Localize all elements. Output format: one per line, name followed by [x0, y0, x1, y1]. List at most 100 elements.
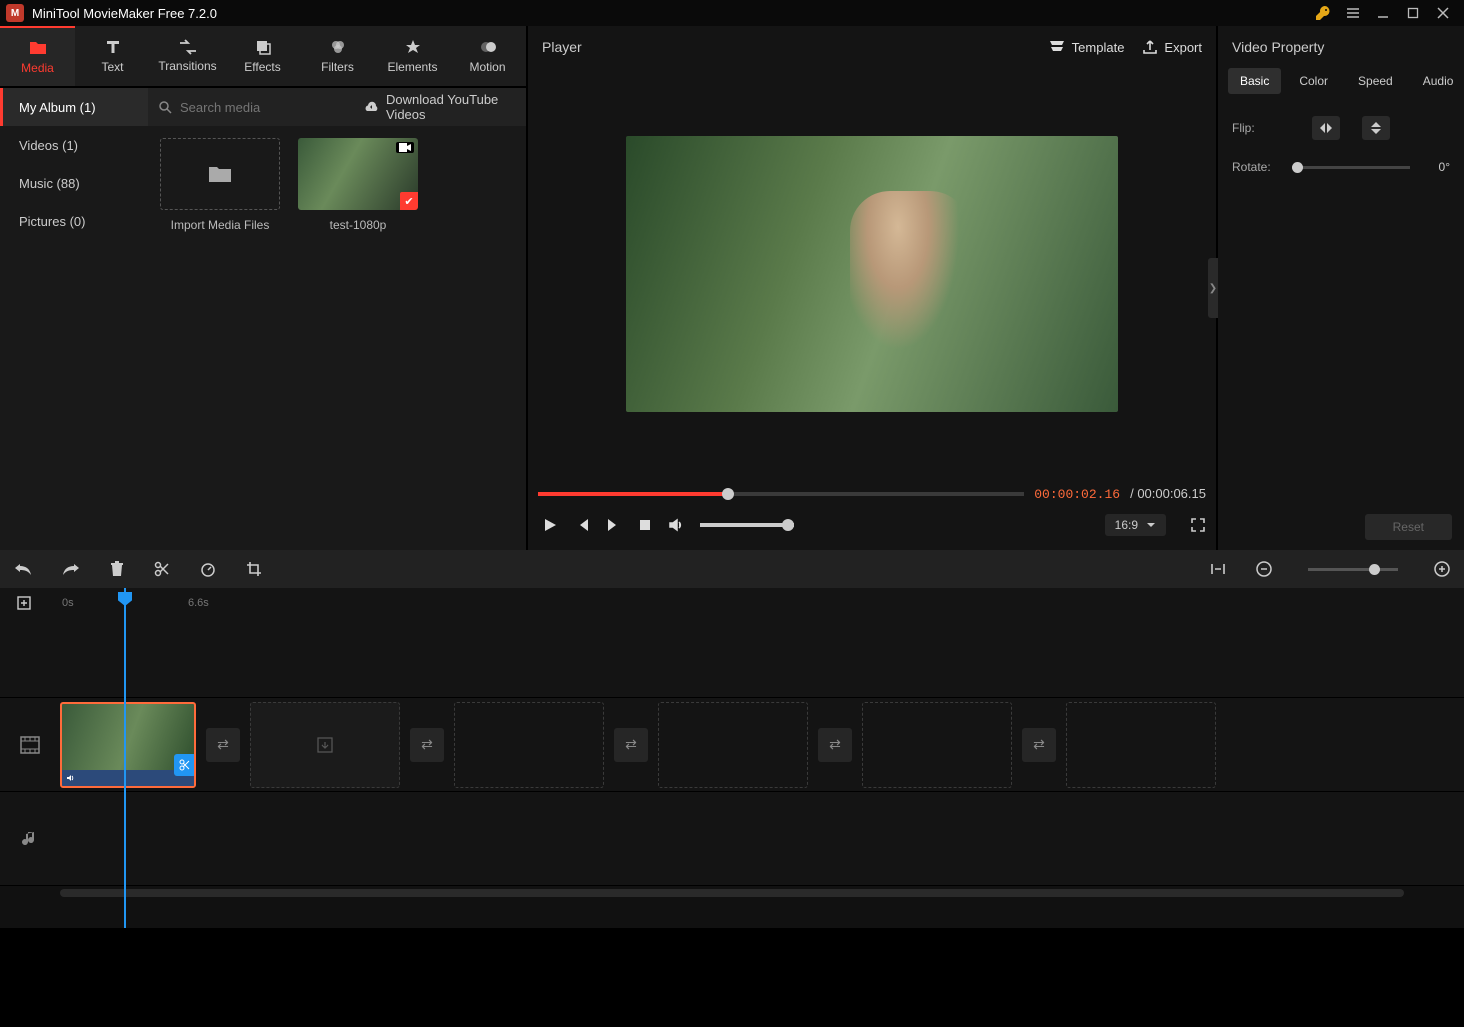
volume-slider[interactable]: [700, 523, 794, 527]
ruler-tick: 0s: [62, 597, 74, 609]
prev-frame-button[interactable]: [574, 517, 590, 533]
video-preview[interactable]: [528, 68, 1216, 480]
transition-slot[interactable]: ⇄: [1022, 728, 1056, 762]
fullscreen-button[interactable]: [1190, 517, 1206, 533]
split-button[interactable]: [154, 561, 170, 577]
next-frame-button[interactable]: [606, 517, 622, 533]
zoom-slider[interactable]: [1308, 568, 1398, 571]
chevron-down-icon: [1146, 521, 1156, 529]
fit-timeline-button[interactable]: [1210, 562, 1226, 576]
tool-tabs: Media Text Transitions Effects: [0, 26, 526, 88]
crop-button[interactable]: [246, 561, 262, 577]
empty-clip-slot[interactable]: [1066, 702, 1216, 788]
speed-button[interactable]: [200, 561, 216, 577]
add-track-button[interactable]: [16, 595, 36, 611]
stop-button[interactable]: [638, 518, 652, 532]
scrub-thumb[interactable]: [722, 488, 734, 500]
import-media-tile[interactable]: Import Media Files: [160, 138, 280, 232]
motion-icon: [479, 38, 497, 56]
timeline-clip[interactable]: [60, 702, 196, 788]
cloud-download-icon: [364, 100, 380, 114]
tab-label: Filters: [321, 60, 354, 74]
undo-button[interactable]: [14, 562, 32, 576]
export-button[interactable]: Export: [1142, 39, 1202, 55]
player-title: Player: [542, 39, 582, 55]
flip-vertical-button[interactable]: [1362, 116, 1390, 140]
album-item-music[interactable]: Music (88): [0, 164, 148, 202]
empty-clip-slot[interactable]: [862, 702, 1012, 788]
property-tab-speed[interactable]: Speed: [1346, 68, 1405, 94]
timeline-ruler[interactable]: 0s 6.6s: [0, 588, 1464, 618]
template-button[interactable]: Template: [1048, 39, 1125, 55]
panel-expand-handle[interactable]: ❯: [1208, 258, 1218, 318]
playhead[interactable]: [124, 588, 126, 928]
maximize-icon[interactable]: [1398, 0, 1428, 26]
hamburger-menu-icon[interactable]: [1338, 0, 1368, 26]
property-tab-color[interactable]: Color: [1287, 68, 1340, 94]
license-key-icon[interactable]: [1308, 0, 1338, 26]
tab-filters[interactable]: Filters: [300, 26, 375, 86]
download-youtube-button[interactable]: Download YouTube Videos: [364, 92, 516, 122]
scrub-bar[interactable]: [538, 492, 1024, 496]
tab-label: Transitions: [158, 59, 216, 73]
flip-horizontal-button[interactable]: [1312, 116, 1340, 140]
tab-text[interactable]: Text: [75, 26, 150, 86]
overlay-track[interactable]: [0, 618, 1464, 698]
drop-target-icon: [315, 735, 335, 755]
delete-button[interactable]: [110, 561, 124, 577]
media-clip-tile[interactable]: ✔ test-1080p: [298, 138, 418, 232]
redo-button[interactable]: [62, 562, 80, 576]
album-item-videos[interactable]: Videos (1): [0, 126, 148, 164]
timeline: 0s 6.6s ⇄ ⇄: [0, 588, 1464, 928]
folder-add-icon: [207, 163, 233, 185]
template-icon: [1048, 39, 1066, 55]
import-label: Import Media Files: [160, 218, 280, 232]
rotate-value: 0°: [1420, 160, 1450, 174]
transition-slot[interactable]: ⇄: [410, 728, 444, 762]
tab-label: Effects: [244, 60, 280, 74]
transition-slot[interactable]: ⇄: [206, 728, 240, 762]
property-tab-audio[interactable]: Audio: [1411, 68, 1464, 94]
zoom-out-button[interactable]: [1256, 561, 1272, 577]
rotate-label: Rotate:: [1232, 160, 1282, 174]
close-icon[interactable]: [1428, 0, 1458, 26]
aspect-ratio-select[interactable]: 16:9: [1105, 514, 1166, 536]
timeline-scrollbar[interactable]: [60, 889, 1404, 897]
volume-icon[interactable]: [668, 517, 684, 533]
tab-media[interactable]: Media: [0, 26, 75, 86]
video-track[interactable]: ⇄ ⇄ ⇄ ⇄ ⇄: [0, 698, 1464, 792]
tab-motion[interactable]: Motion: [450, 26, 525, 86]
clip-split-icon[interactable]: [174, 754, 196, 776]
tab-effects[interactable]: Effects: [225, 26, 300, 86]
reset-button[interactable]: Reset: [1365, 514, 1452, 540]
tab-elements[interactable]: Elements: [375, 26, 450, 86]
minimize-icon[interactable]: [1368, 0, 1398, 26]
property-tab-basic[interactable]: Basic: [1228, 68, 1281, 94]
empty-clip-slot[interactable]: [250, 702, 400, 788]
zoom-in-button[interactable]: [1434, 561, 1450, 577]
transitions-icon: [178, 39, 198, 55]
folder-icon: [28, 39, 48, 57]
empty-clip-slot[interactable]: [454, 702, 604, 788]
album-item-myalbum[interactable]: My Album (1): [0, 88, 148, 126]
added-check-icon: ✔: [400, 192, 418, 210]
effects-icon: [254, 38, 272, 56]
search-input[interactable]: [180, 100, 356, 115]
tab-transitions[interactable]: Transitions: [150, 26, 225, 86]
search-icon: [158, 100, 172, 114]
transition-slot[interactable]: ⇄: [614, 728, 648, 762]
play-button[interactable]: [542, 517, 558, 533]
media-header: Download YouTube Videos: [148, 88, 526, 126]
album-item-pictures[interactable]: Pictures (0): [0, 202, 148, 240]
clip-audio-icon: [66, 773, 76, 783]
video-badge-icon: [396, 142, 414, 153]
preview-frame: [626, 136, 1118, 412]
rotate-slider[interactable]: [1292, 166, 1410, 169]
current-time: 00:00:02.16: [1034, 487, 1120, 502]
clip-label: test-1080p: [298, 218, 418, 232]
download-label: Download YouTube Videos: [386, 92, 516, 122]
empty-clip-slot[interactable]: [658, 702, 808, 788]
album-sidebar: My Album (1) Videos (1) Music (88) Pictu…: [0, 88, 148, 550]
audio-track[interactable]: [0, 792, 1464, 886]
transition-slot[interactable]: ⇄: [818, 728, 852, 762]
